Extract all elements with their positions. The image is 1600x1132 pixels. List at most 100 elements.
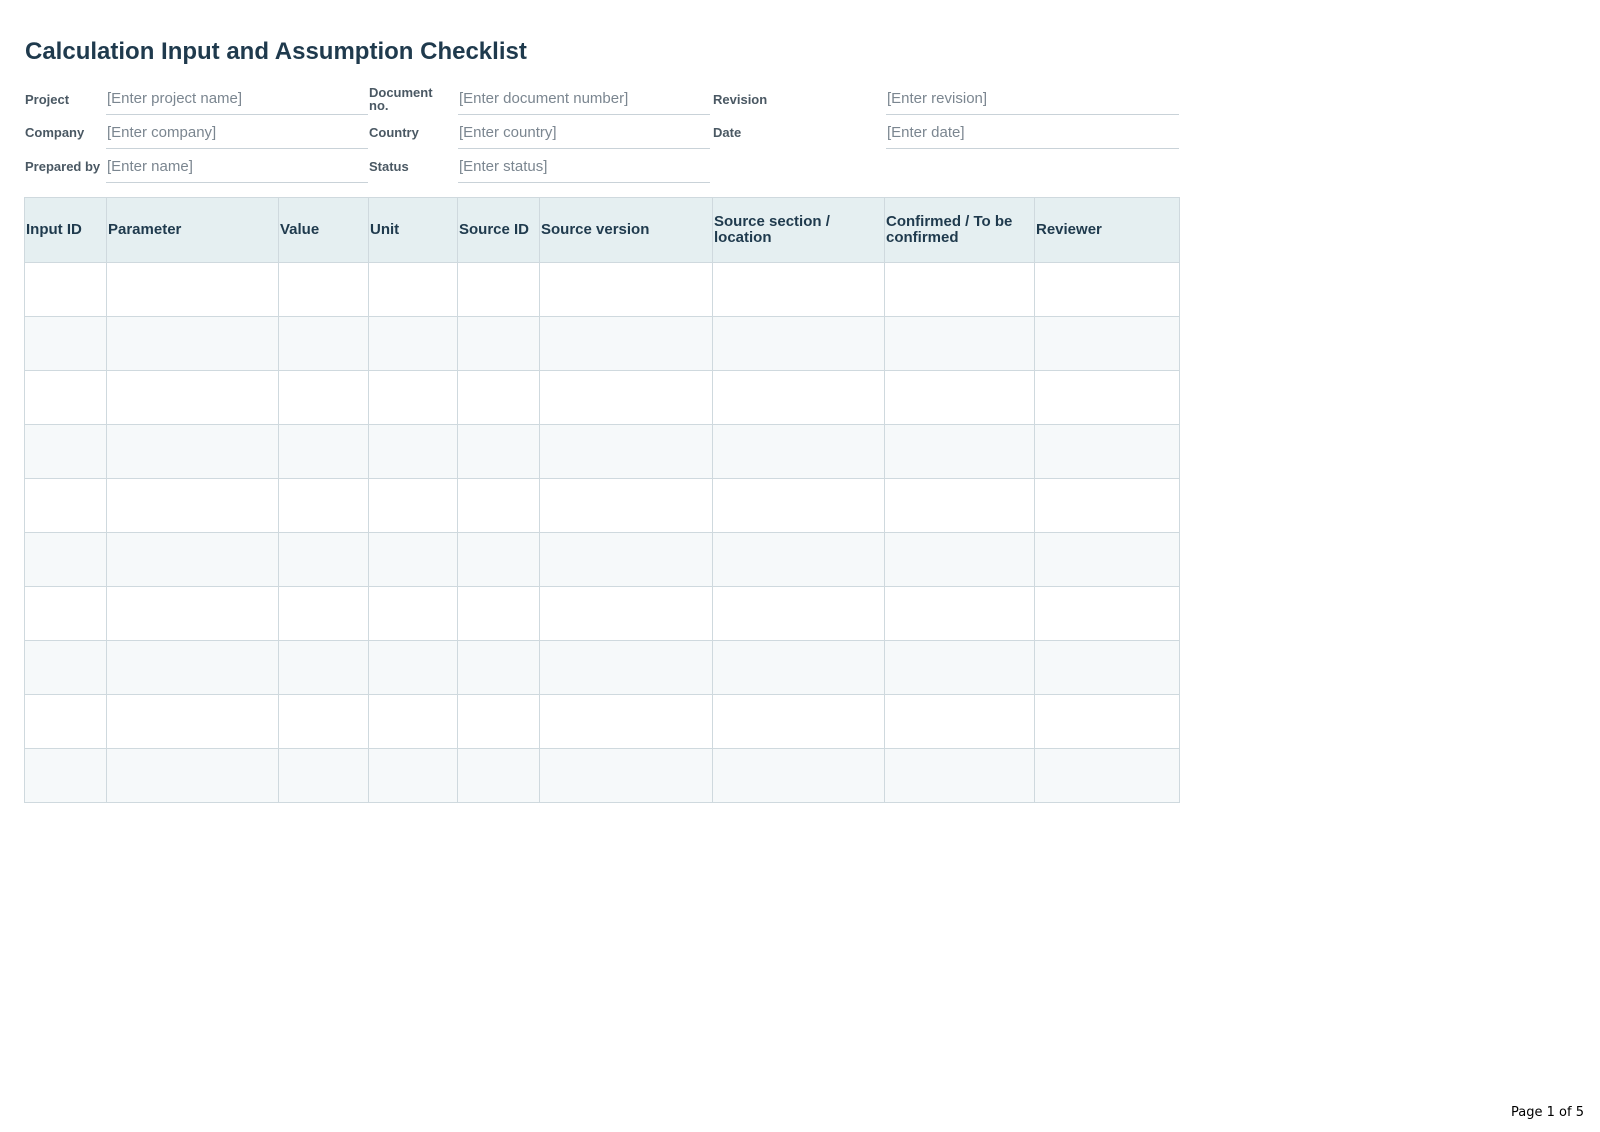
table-cell[interactable] [457, 532, 540, 587]
table-cell[interactable] [712, 586, 885, 641]
table-cell[interactable] [368, 694, 458, 749]
table-cell[interactable] [712, 640, 885, 695]
status-field[interactable]: [Enter status] [458, 150, 710, 183]
table-cell[interactable] [884, 370, 1035, 425]
table-cell[interactable] [884, 694, 1035, 749]
table-cell[interactable] [457, 370, 540, 425]
table-cell[interactable] [106, 586, 279, 641]
table-cell[interactable] [1034, 586, 1180, 641]
table-cell[interactable] [106, 262, 279, 317]
table-cell[interactable] [1034, 532, 1180, 587]
table-cell[interactable] [539, 640, 713, 695]
table-cell[interactable] [884, 640, 1035, 695]
table-cell[interactable] [1034, 262, 1180, 317]
table-cell[interactable] [457, 586, 540, 641]
table-cell[interactable] [884, 478, 1035, 533]
table-cell[interactable] [884, 748, 1035, 803]
table-cell[interactable] [457, 262, 540, 317]
table-cell[interactable] [1034, 748, 1180, 803]
table-cell[interactable] [1034, 370, 1180, 425]
table-cell[interactable] [457, 316, 540, 371]
table-cell[interactable] [368, 316, 458, 371]
table-cell[interactable] [457, 424, 540, 479]
table-cell[interactable] [368, 532, 458, 587]
country-field[interactable]: [Enter country] [458, 116, 710, 149]
table-cell[interactable] [278, 262, 369, 317]
table-cell[interactable] [278, 424, 369, 479]
table-cell[interactable] [278, 748, 369, 803]
table-cell[interactable] [106, 640, 279, 695]
table-cell[interactable] [368, 478, 458, 533]
table-cell[interactable] [24, 478, 107, 533]
table-cell[interactable] [106, 748, 279, 803]
table-cell[interactable] [278, 694, 369, 749]
table-cell[interactable] [368, 640, 458, 695]
table-cell[interactable] [1034, 316, 1180, 371]
table-cell[interactable] [24, 316, 107, 371]
table-cell[interactable] [106, 694, 279, 749]
table-cell[interactable] [457, 478, 540, 533]
table-cell[interactable] [539, 424, 713, 479]
table-cell[interactable] [539, 586, 713, 641]
table-cell[interactable] [106, 370, 279, 425]
table-cell[interactable] [368, 424, 458, 479]
table-cell[interactable] [24, 748, 107, 803]
table-cell[interactable] [24, 370, 107, 425]
table-cell[interactable] [539, 532, 713, 587]
table-cell[interactable] [539, 316, 713, 371]
table-cell[interactable] [539, 478, 713, 533]
prepared-by-field[interactable]: [Enter name] [106, 150, 368, 183]
table-cell[interactable] [884, 586, 1035, 641]
table-cell[interactable] [278, 586, 369, 641]
table-cell[interactable] [712, 262, 885, 317]
date-field[interactable]: [Enter date] [886, 116, 1179, 149]
table-cell[interactable] [278, 370, 369, 425]
table-cell[interactable] [24, 532, 107, 587]
table-cell[interactable] [884, 532, 1035, 587]
table-cell[interactable] [368, 586, 458, 641]
table-cell[interactable] [539, 748, 713, 803]
document-no-field[interactable]: [Enter document number] [458, 82, 710, 115]
table-cell[interactable] [884, 424, 1035, 479]
document-no-label: Document no. [369, 85, 433, 113]
table-cell[interactable] [712, 316, 885, 371]
table-cell[interactable] [712, 424, 885, 479]
table-cell[interactable] [457, 640, 540, 695]
table-cell[interactable] [457, 748, 540, 803]
table-cell[interactable] [1034, 640, 1180, 695]
table-cell[interactable] [278, 640, 369, 695]
table-cell[interactable] [1034, 424, 1180, 479]
table-cell[interactable] [278, 532, 369, 587]
table-cell[interactable] [1034, 478, 1180, 533]
table-cell[interactable] [884, 316, 1035, 371]
table-cell[interactable] [1034, 694, 1180, 749]
table-cell[interactable] [278, 478, 369, 533]
table-cell[interactable] [106, 478, 279, 533]
project-field[interactable]: [Enter project name] [106, 82, 368, 115]
table-cell[interactable] [24, 586, 107, 641]
table-cell[interactable] [24, 694, 107, 749]
table-cell[interactable] [712, 748, 885, 803]
table-cell[interactable] [24, 262, 107, 317]
table-cell[interactable] [539, 694, 713, 749]
table-cell[interactable] [368, 748, 458, 803]
table-cell[interactable] [24, 640, 107, 695]
table-cell[interactable] [539, 262, 713, 317]
table-cell[interactable] [539, 370, 713, 425]
table-cell[interactable] [368, 370, 458, 425]
table-cell[interactable] [106, 316, 279, 371]
table-cell[interactable] [368, 262, 458, 317]
table-cell[interactable] [712, 370, 885, 425]
revision-field[interactable]: [Enter revision] [886, 82, 1179, 115]
table-cell[interactable] [278, 316, 369, 371]
table-cell[interactable] [712, 532, 885, 587]
company-field[interactable]: [Enter company] [106, 116, 368, 149]
table-cell[interactable] [457, 694, 540, 749]
table-cell[interactable] [24, 424, 107, 479]
table-cell[interactable] [884, 262, 1035, 317]
table-cell[interactable] [106, 424, 279, 479]
table-cell[interactable] [106, 532, 279, 587]
table-cell[interactable] [712, 478, 885, 533]
status-label: Status [369, 159, 409, 174]
table-cell[interactable] [712, 694, 885, 749]
